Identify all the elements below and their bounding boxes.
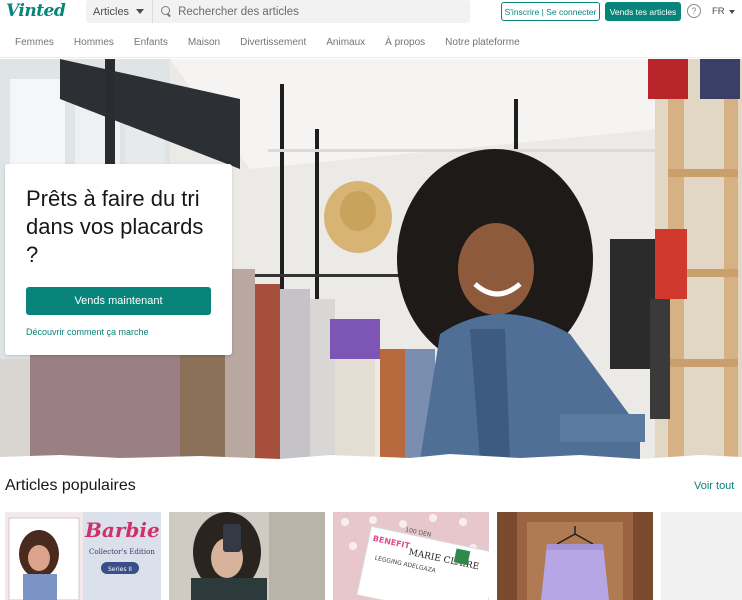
article-card-barbie[interactable]: Barbie Collector's Edition Series II [5,512,161,600]
popular-articles-heading: Articles populaires [5,477,136,494]
nav-item-animaux[interactable]: Animaux [326,37,365,48]
chevron-down-icon [136,9,145,14]
woman-mirror-selfie-image [169,512,325,600]
article-card-trousers[interactable] [497,512,653,600]
nav-item-notre-plateforme[interactable]: Notre plateforme [445,37,519,48]
search-icon [161,6,172,17]
how-it-works-link[interactable]: Découvrir comment ça marche [26,327,149,337]
article-card-selfie[interactable] [169,512,325,600]
sell-now-button[interactable]: Vends maintenant [26,287,211,315]
nav-item-a-propos[interactable]: À propos [385,37,425,48]
language-selector[interactable]: FR [712,6,735,17]
search-category-select[interactable]: Articles [86,0,154,23]
search-input[interactable] [178,5,469,18]
hero-headline: Prêts à faire du tri dans vos placards ? [26,186,204,267]
hero-card: Prêts à faire du tri dans vos placards ?… [5,164,232,355]
vinted-logo[interactable]: Vinted [6,1,66,21]
see-all-link[interactable]: Voir tout [694,480,734,492]
barbie-box-series: Series II [108,566,132,573]
barbie-box-text: Barbie [84,518,160,542]
sell-items-button[interactable]: Vends tes articles [605,2,681,21]
header: Vinted Articles S'inscrire | Se connecte… [0,0,742,27]
barbie-doll-box-image: Barbie Collector's Edition Series II [5,512,161,600]
category-nav: Femmes Hommes Enfants Maison Divertissem… [0,28,742,58]
signup-login-button[interactable]: S'inscrire | Se connecter [501,2,600,21]
search-bar: Articles [86,0,470,23]
nav-item-femmes[interactable]: Femmes [15,37,54,48]
nav-item-maison[interactable]: Maison [188,37,220,48]
chevron-down-icon [728,9,735,14]
search-category-label: Articles [93,5,130,18]
lavender-trousers-image [497,512,653,600]
help-icon[interactable]: ? [687,4,701,18]
nav-item-enfants[interactable]: Enfants [134,37,168,48]
leggings-package-image: 100 DEN BENEFIT MARIE CLAIRE LEGGING ADE… [333,512,489,600]
article-card-leggings[interactable]: 100 DEN BENEFIT MARIE CLAIRE LEGGING ADE… [333,512,489,600]
hero-banner: Prêts à faire du tri dans vos placards ?… [0,59,742,460]
blank-card-image [661,512,742,600]
nav-item-hommes[interactable]: Hommes [74,37,114,48]
nav-item-divertissement[interactable]: Divertissement [240,37,306,48]
barbie-box-subtext: Collector's Edition [89,548,155,556]
language-label: FR [712,6,725,17]
article-card-blank[interactable] [661,512,742,600]
